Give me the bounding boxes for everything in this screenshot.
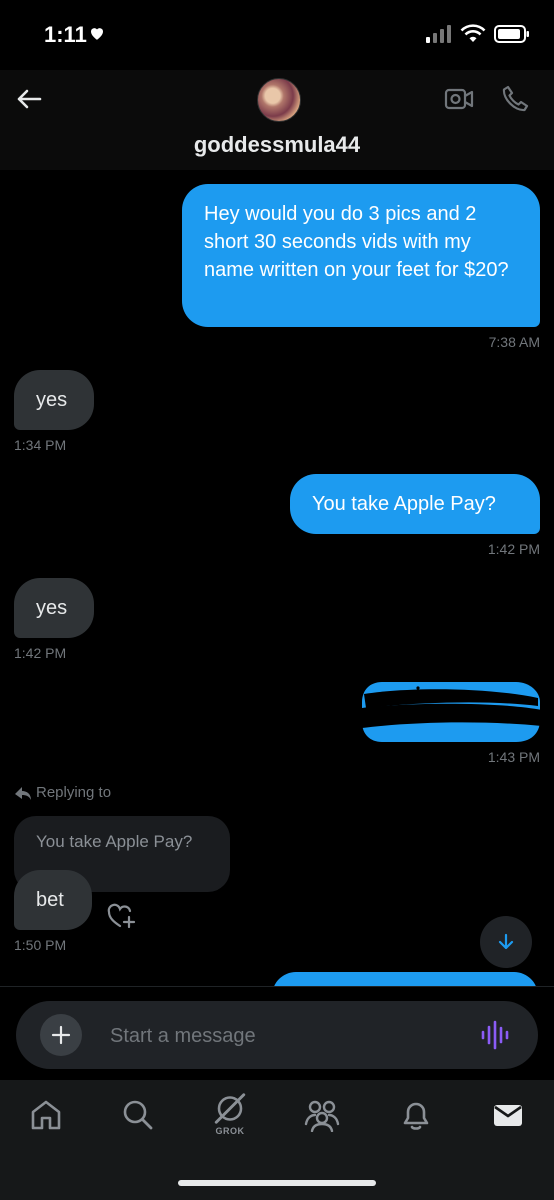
tab-search[interactable] <box>118 1098 158 1142</box>
bell-icon <box>403 1102 429 1130</box>
incoming-message[interactable]: yes <box>14 578 94 638</box>
tab-home[interactable] <box>26 1098 66 1142</box>
quoted-message-text: You take Apple Pay? <box>36 832 193 851</box>
composer-area <box>0 986 554 1080</box>
wifi-icon <box>460 24 486 42</box>
tab-notifications[interactable] <box>396 1098 436 1142</box>
envelope-icon <box>494 1105 522 1126</box>
communities-icon <box>304 1100 340 1132</box>
incoming-message[interactable]: yes <box>14 370 94 430</box>
grok-label: GROK <box>215 1126 245 1136</box>
bottom-tab-bar: GROK <box>0 1080 554 1200</box>
tab-messages[interactable] <box>488 1098 528 1142</box>
redacted-outgoing-message[interactable] <box>360 680 542 744</box>
message-timestamp: 1:34 PM <box>14 437 67 453</box>
incoming-message[interactable]: bet <box>14 870 92 930</box>
message-text: yes <box>36 389 68 411</box>
battery-icon <box>494 25 529 43</box>
message-text: Hey would you do 3 pics and 2 short 30 s… <box>204 203 509 281</box>
home-indicator <box>178 1180 376 1186</box>
home-icon <box>31 1100 61 1130</box>
video-call-icon[interactable] <box>444 84 474 114</box>
outgoing-message[interactable]: Hey would you do 3 pics and 2 short 30 s… <box>182 184 540 327</box>
message-timestamp: 7:38 AM <box>488 334 540 350</box>
heart-icon <box>91 28 103 40</box>
status-time: 1:11 <box>44 22 87 47</box>
conversation-username[interactable]: goddessmula44 <box>0 132 554 158</box>
grok-icon <box>214 1093 246 1124</box>
phone-call-icon[interactable] <box>500 84 530 114</box>
message-text: bet <box>36 889 64 911</box>
back-arrow-icon[interactable] <box>14 84 44 114</box>
message-composer <box>16 1001 538 1069</box>
status-bar: 1:11 <box>0 0 554 70</box>
voice-message-icon[interactable] <box>480 1019 510 1051</box>
message-input[interactable] <box>110 1021 440 1051</box>
search-icon <box>123 1100 153 1130</box>
signal-icon <box>426 25 451 43</box>
message-text: You take Apple Pay? <box>312 493 496 515</box>
message-timestamp: 1:43 PM <box>487 749 540 765</box>
conversation-header: goddessmula44 <box>0 70 554 170</box>
tab-communities[interactable] <box>302 1098 342 1142</box>
arrow-down-icon <box>498 933 514 950</box>
message-timestamp: 1:42 PM <box>487 541 540 557</box>
plus-icon <box>51 1025 71 1045</box>
add-media-button[interactable] <box>40 1014 82 1056</box>
add-reaction-icon[interactable] <box>106 902 136 930</box>
reply-arrow-icon <box>15 786 31 800</box>
replying-to-label: Replying to <box>14 784 111 801</box>
replying-label-text: Replying to <box>36 784 112 801</box>
message-timestamp: 1:50 PM <box>14 937 67 953</box>
status-indicators <box>426 24 530 44</box>
message-text: yes <box>36 597 68 619</box>
scroll-to-bottom-button[interactable] <box>480 916 532 968</box>
avatar[interactable] <box>257 78 301 122</box>
outgoing-message[interactable]: You take Apple Pay? <box>290 474 540 534</box>
message-timestamp: 1:42 PM <box>14 645 67 661</box>
tab-grok[interactable]: GROK <box>210 1092 250 1136</box>
